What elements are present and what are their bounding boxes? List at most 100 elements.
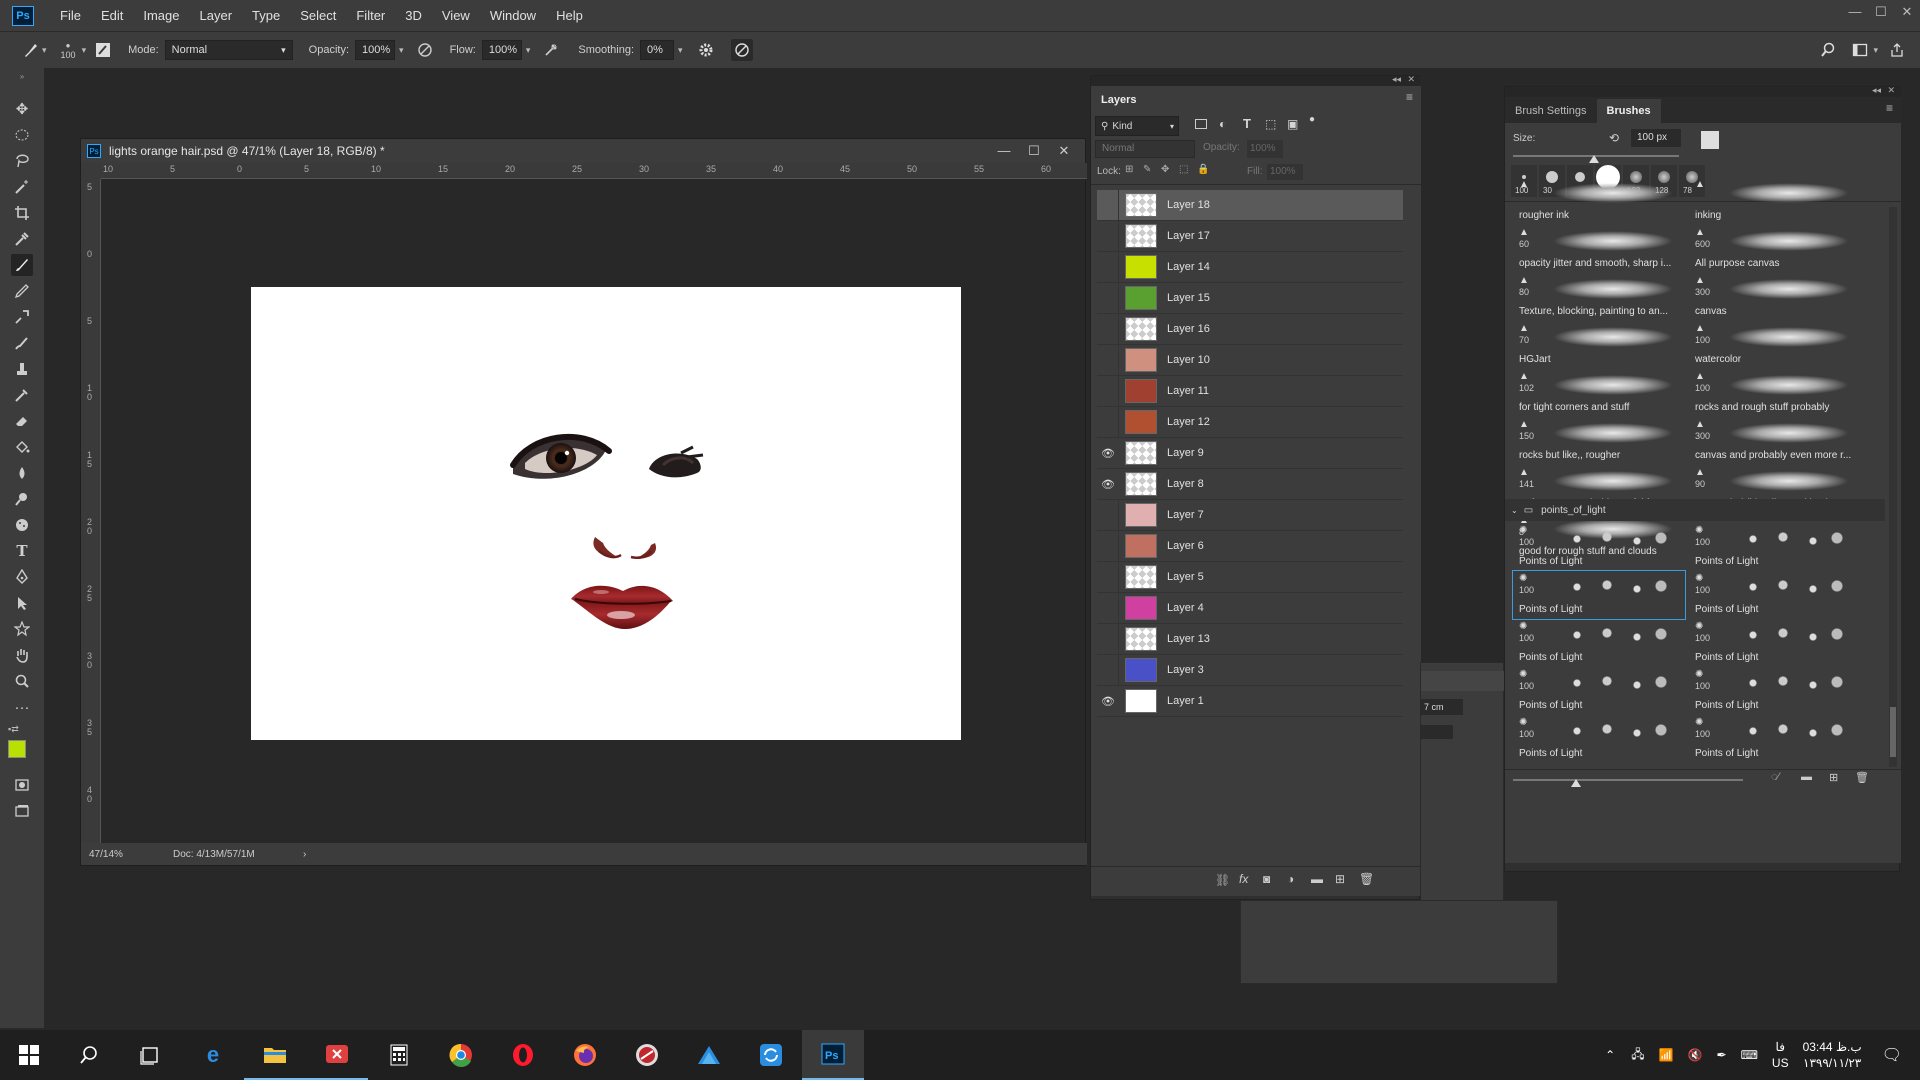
designer-app-icon[interactable] xyxy=(678,1030,740,1080)
new-brush-icon[interactable] xyxy=(1701,131,1719,149)
tab-layers[interactable]: Layers xyxy=(1091,88,1147,112)
pressure-size-icon[interactable] xyxy=(730,39,753,61)
close-panel-icon[interactable]: ✕ xyxy=(1407,74,1415,85)
chrome-icon[interactable] xyxy=(430,1030,492,1080)
chevron-down-icon[interactable]: ▾ xyxy=(42,45,47,56)
brush-preset[interactable]: ▲ inking xyxy=(1689,177,1861,225)
lasso-tool-icon[interactable] xyxy=(11,150,33,172)
menu-file[interactable]: File xyxy=(50,0,91,31)
brush-preset[interactable]: ✺ 100 Points of Light xyxy=(1689,619,1861,667)
brush-preset[interactable]: ✺ 100 Points of Light xyxy=(1513,667,1685,715)
brush-preset[interactable]: ▲ 150 rocks but like,, rougher xyxy=(1513,417,1685,465)
chevron-down-icon[interactable]: ▾ xyxy=(678,45,683,56)
gear-icon[interactable] xyxy=(695,39,717,61)
dodge-tool-icon[interactable] xyxy=(11,488,33,510)
eye-icon[interactable]: 👁 xyxy=(1097,695,1119,708)
toggle-preview-icon[interactable]: ◌⁄ xyxy=(1771,771,1779,783)
lock-transparent-icon[interactable]: ⊞ xyxy=(1125,164,1133,175)
new-layer-icon[interactable]: ⊞ xyxy=(1335,872,1345,886)
sync-app-icon[interactable] xyxy=(740,1030,802,1080)
brush-preset[interactable]: ▲ 100 rocks and rough stuff probably xyxy=(1689,369,1861,417)
default-colors-icon[interactable]: ▪⇄ xyxy=(8,724,19,735)
stamp-tool-icon[interactable] xyxy=(11,358,33,380)
edge-icon[interactable]: e xyxy=(182,1030,244,1080)
eye-icon[interactable]: 👁 xyxy=(1097,478,1119,491)
lock-all-icon[interactable]: 🔒 xyxy=(1197,164,1209,175)
menu-select[interactable]: Select xyxy=(290,0,346,31)
hidden-eye-slot[interactable] xyxy=(1097,344,1119,376)
chevron-down-icon[interactable]: ▾ xyxy=(399,45,404,56)
search-icon[interactable] xyxy=(1817,39,1839,61)
new-group-icon[interactable]: ▬ xyxy=(1801,771,1812,783)
hidden-eye-slot[interactable] xyxy=(1097,406,1119,438)
brush-preset[interactable]: ▲ rougher ink xyxy=(1513,177,1685,225)
file-explorer-icon[interactable] xyxy=(244,1030,306,1080)
menu-edit[interactable]: Edit xyxy=(91,0,133,31)
share-icon[interactable] xyxy=(1886,39,1908,61)
menu-image[interactable]: Image xyxy=(133,0,189,31)
menu-window[interactable]: Window xyxy=(480,0,546,31)
path-selection-tool-icon[interactable] xyxy=(11,592,33,614)
filter-kind-select[interactable]: ⚲ Kind ▾ xyxy=(1095,116,1179,136)
brush-tool-preset-icon[interactable] xyxy=(20,39,42,61)
chevron-down-icon[interactable]: ▾ xyxy=(1873,45,1878,56)
brush-group-points-of-light[interactable]: ⌄ ▭ points_of_light xyxy=(1505,499,1885,521)
brush-preset[interactable]: ✺ 100 Points of Light xyxy=(1689,667,1861,715)
document-info[interactable]: Doc: 4/13M/57/1M xyxy=(173,849,255,860)
new-brush-icon[interactable]: ⊞ xyxy=(1829,771,1838,784)
menu-layer[interactable]: Layer xyxy=(190,0,243,31)
trash-icon[interactable]: 🗑 xyxy=(1855,771,1869,784)
layer-row[interactable]: 👁 Layer 9 xyxy=(1097,438,1403,469)
pressure-opacity-icon[interactable] xyxy=(414,39,436,61)
pen-tool-icon[interactable] xyxy=(11,566,33,588)
adjustment-layer-icon[interactable]: ◑ xyxy=(1287,872,1294,886)
layer-row[interactable]: Layer 5 xyxy=(1097,561,1403,593)
blur-tool-icon[interactable] xyxy=(11,462,33,484)
layer-row[interactable]: Layer 15 xyxy=(1097,282,1403,314)
opacity-input[interactable]: 100% xyxy=(355,40,396,60)
firefox-icon[interactable] xyxy=(554,1030,616,1080)
menu-view[interactable]: View xyxy=(432,0,480,31)
horizontal-ruler[interactable]: 10 5 0 5 10 15 20 25 30 35 40 45 50 55 60 xyxy=(101,163,1087,179)
flow-input[interactable]: 100% xyxy=(481,40,522,60)
marquee-tool-icon[interactable] xyxy=(11,124,33,146)
brush-size-input[interactable]: 100 px xyxy=(1631,129,1681,147)
type-filter-icon[interactable]: T xyxy=(1243,116,1251,131)
unit-input-2[interactable] xyxy=(1421,725,1453,739)
layer-row[interactable]: Layer 13 xyxy=(1097,623,1403,655)
brush-preset[interactable]: ✺ 100 Points of Light xyxy=(1689,571,1861,619)
brush-preset[interactable]: ✺ 100 Points of Light xyxy=(1689,715,1861,763)
search-icon[interactable] xyxy=(58,1030,120,1080)
brush-panel-toggle-icon[interactable] xyxy=(92,39,114,61)
photoshop-taskbar-icon[interactable]: Ps xyxy=(802,1030,864,1080)
clock[interactable]: 03:44 ب.ظ ۱۳۹۹/۱۱/۲۳ xyxy=(1803,1039,1862,1071)
size-slider-thumb[interactable] xyxy=(1589,155,1599,163)
document-maximize-button[interactable]: ☐ xyxy=(1019,139,1049,163)
magic-wand-tool-icon[interactable] xyxy=(11,176,33,198)
adjustment-filter-icon[interactable]: ◐ xyxy=(1219,117,1226,131)
preview-size-thumb[interactable] xyxy=(1571,779,1581,787)
link-layers-icon[interactable]: ⛓ xyxy=(1215,873,1230,887)
hidden-eye-slot[interactable] xyxy=(1097,561,1119,593)
hidden-eye-slot[interactable] xyxy=(1097,282,1119,314)
hidden-eye-slot[interactable] xyxy=(1097,499,1119,531)
brush-preset[interactable]: ▲ 300 canvas and probably even more r... xyxy=(1689,417,1861,465)
brush-tool-icon[interactable] xyxy=(11,254,33,276)
layers-panel-header-strip[interactable]: ◂◂ ✕ xyxy=(1091,74,1421,86)
maximize-button[interactable]: ☐ xyxy=(1868,0,1894,24)
brush-preset[interactable]: ✺ 100 Points of Light xyxy=(1513,523,1685,571)
status-arrow-icon[interactable]: › xyxy=(303,849,306,860)
panel-menu-icon[interactable]: ≡ xyxy=(1406,90,1413,104)
close-panel-icon[interactable]: ✕ xyxy=(1887,85,1895,96)
mode-select[interactable]: Normal ▾ xyxy=(164,40,293,60)
canvas-area[interactable] xyxy=(101,179,1066,845)
brushes-panel-header-strip[interactable]: ◂◂ ✕ xyxy=(1505,85,1901,97)
layer-opacity-input[interactable]: 100% xyxy=(1247,140,1283,158)
lock-position-icon[interactable]: ✥ xyxy=(1161,164,1169,175)
move-tool-icon[interactable]: ✥ xyxy=(11,98,33,120)
language-indicator[interactable]: فا US xyxy=(1772,1039,1789,1071)
pencil-tool-icon[interactable] xyxy=(11,280,33,302)
airbrush-icon[interactable] xyxy=(540,39,562,61)
more-tools-icon[interactable]: ··· xyxy=(11,696,33,718)
new-group-icon[interactable]: ▬ xyxy=(1311,872,1323,886)
